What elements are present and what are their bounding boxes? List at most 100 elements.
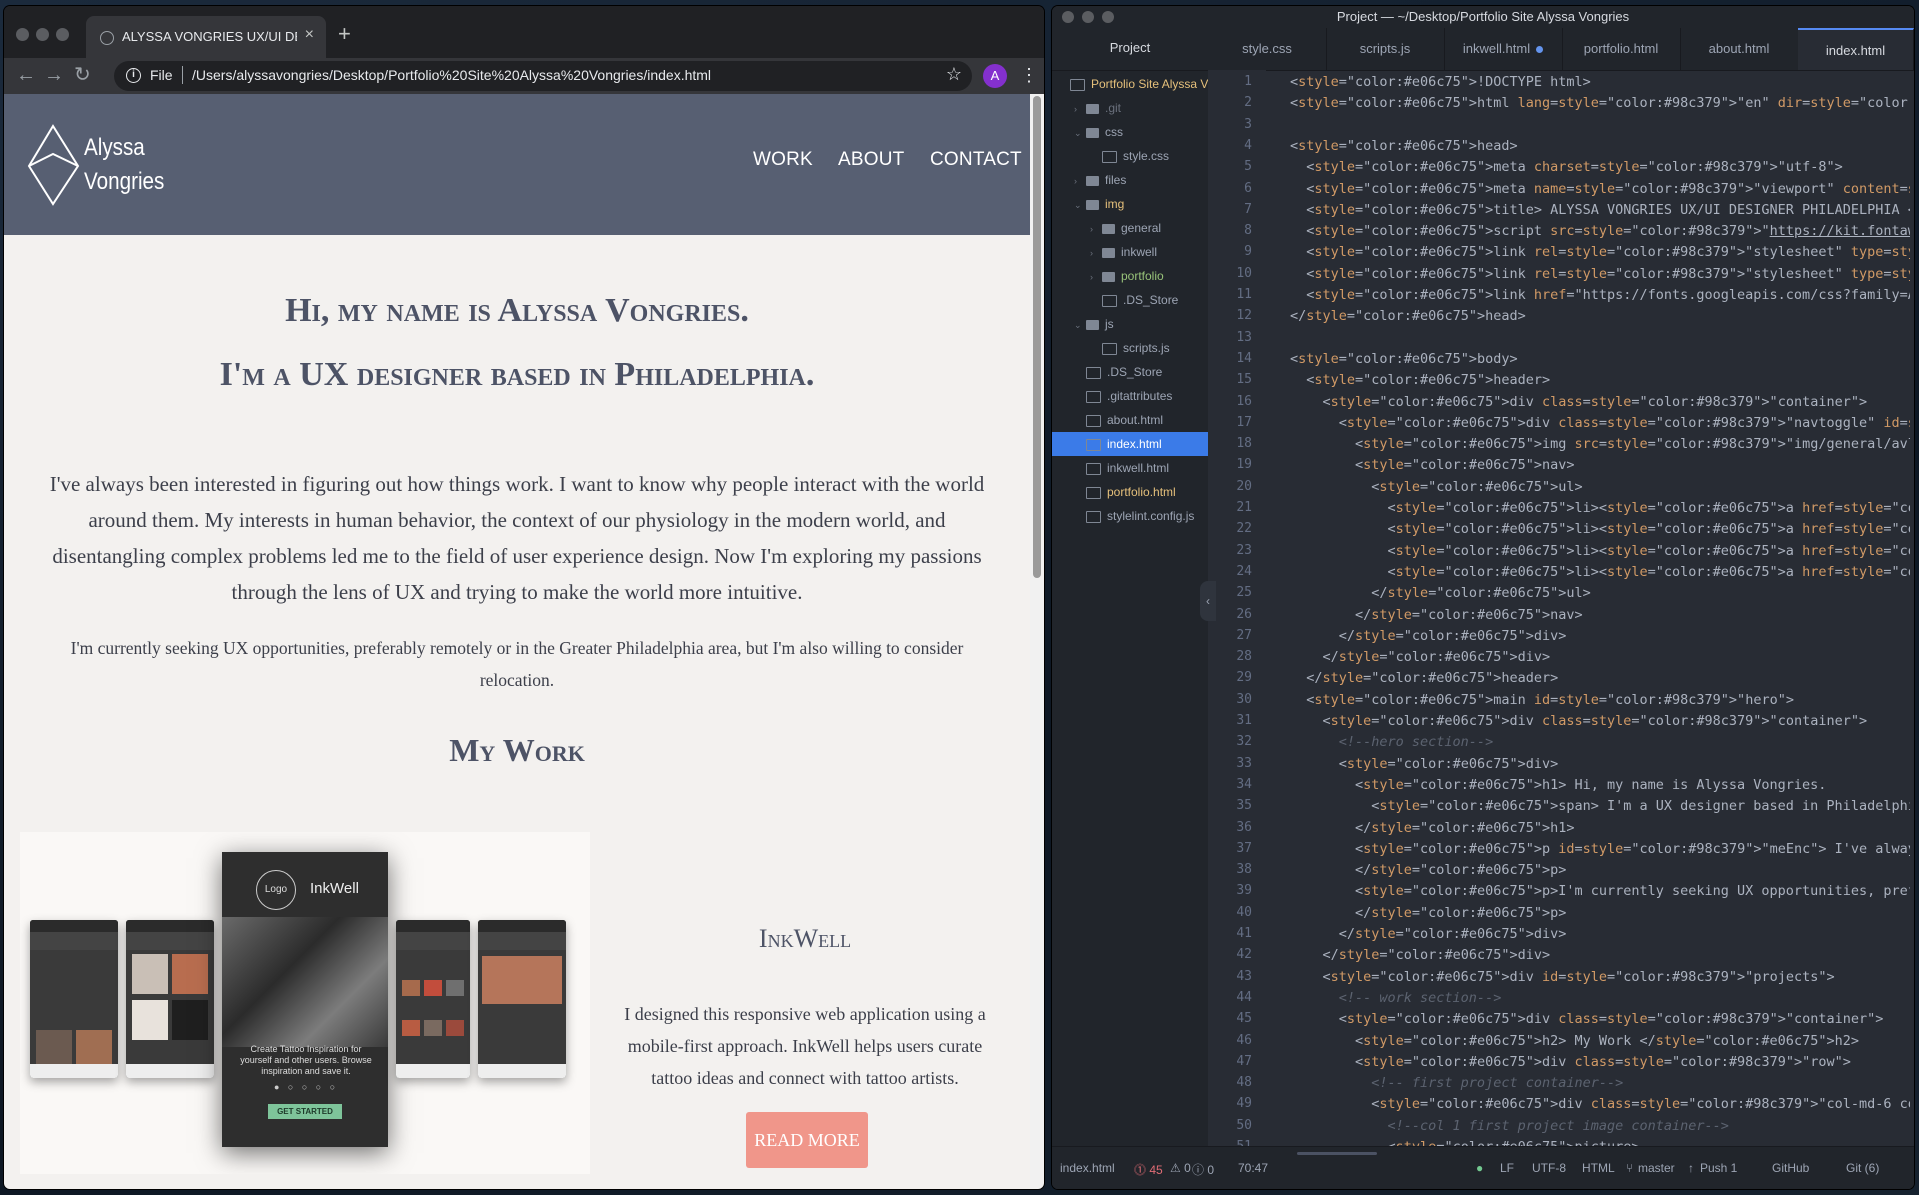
code-line[interactable]: <style="color:#e06c75">h1> Hi, my name i…: [1290, 777, 1826, 793]
status-grammar[interactable]: HTML: [1582, 1161, 1615, 1175]
bookmark-star-icon[interactable]: ☆: [946, 64, 962, 85]
code-line[interactable]: </style="color:#e06c75">div>: [1290, 649, 1551, 665]
tree-file[interactable]: .DS_Store: [1052, 288, 1208, 312]
code-line[interactable]: <style="color:#e06c75">div class=style="…: [1290, 415, 1910, 431]
editor-tab[interactable]: inkwell.html: [1444, 28, 1563, 70]
code-line[interactable]: <style="color:#e06c75">html lang=style="…: [1290, 95, 1910, 111]
browser-tab[interactable]: ALYSSA VONGRIES UX/UI DESIGNER PHILADELP…: [86, 16, 326, 58]
tree-folder[interactable]: › inkwell: [1052, 240, 1208, 264]
status-push[interactable]: Push 1: [1700, 1161, 1737, 1175]
status-encoding[interactable]: UTF-8: [1532, 1161, 1566, 1175]
tree-folder[interactable]: › general: [1052, 216, 1208, 240]
status-file-name[interactable]: index.html: [1060, 1161, 1115, 1175]
zoom-window-button[interactable]: [56, 28, 69, 41]
code-line[interactable]: <!--col 1 first project image container-…: [1290, 1118, 1729, 1134]
info-icon[interactable]: i: [126, 68, 141, 83]
minimize-window-button[interactable]: [36, 28, 49, 41]
status-line-ending[interactable]: LF: [1500, 1161, 1514, 1175]
code-line[interactable]: </style="color:#e06c75">div>: [1290, 947, 1551, 963]
reload-icon[interactable]: ↻: [74, 64, 91, 86]
browser-menu-icon[interactable]: ⋮: [1020, 63, 1038, 87]
nav-contact-link[interactable]: CONTACT: [930, 149, 1022, 171]
code-line[interactable]: <style="color:#e06c75">img src=style="co…: [1290, 436, 1910, 452]
tree-folder[interactable]: ⌄ img: [1052, 192, 1208, 216]
code-line[interactable]: <style="color:#e06c75">li><style="color:…: [1290, 521, 1910, 537]
url-text[interactable]: /Users/alyssavongries/Desktop/Portfolio%…: [192, 67, 711, 83]
tree-root[interactable]: Portfolio Site Alyssa Vongries: [1052, 72, 1208, 96]
collapse-panel-icon[interactable]: ‹: [1200, 581, 1216, 621]
code-line[interactable]: <style="color:#e06c75">meta name=style="…: [1290, 181, 1910, 197]
inkwell-project-image[interactable]: Logo InkWell Create Tattoo Inspiration f…: [20, 832, 590, 1174]
code-line[interactable]: <style="color:#e06c75">div class=style="…: [1290, 1011, 1884, 1027]
page-scrollbar[interactable]: [1030, 94, 1044, 1189]
code-line[interactable]: <style="color:#e06c75">link href="https:…: [1290, 287, 1910, 303]
code-line[interactable]: <style="color:#e06c75">div class=style="…: [1290, 394, 1868, 410]
code-line[interactable]: <style="color:#e06c75">head>: [1290, 138, 1518, 154]
code-line[interactable]: </style="color:#e06c75">p>: [1290, 905, 1566, 921]
code-line[interactable]: <style="color:#e06c75">div class=style="…: [1290, 1096, 1910, 1112]
code-editor[interactable]: <style="color:#e06c75">!DOCTYPE html> <st…: [1290, 70, 1910, 1146]
code-line[interactable]: </style="color:#e06c75">div>: [1290, 628, 1567, 644]
code-line[interactable]: </style="color:#e06c75">h1>: [1290, 820, 1574, 836]
tree-folder[interactable]: › .git: [1052, 96, 1208, 120]
code-line[interactable]: <style="color:#e06c75">link rel=style="c…: [1290, 244, 1910, 260]
tree-file[interactable]: style.css: [1052, 144, 1208, 168]
code-line[interactable]: <style="color:#e06c75">li><style="color:…: [1290, 543, 1910, 559]
tree-file[interactable]: inkwell.html: [1052, 456, 1208, 480]
tree-file[interactable]: index.html: [1052, 432, 1208, 456]
editor-tab[interactable]: about.html: [1680, 28, 1799, 70]
editor-tab[interactable]: scripts.js: [1326, 28, 1445, 70]
code-line[interactable]: <style="color:#e06c75">div class=style="…: [1290, 713, 1868, 729]
code-line[interactable]: <style="color:#e06c75">h2> My Work </sty…: [1290, 1033, 1859, 1049]
code-line[interactable]: <style="color:#e06c75">p>I'm currently s…: [1290, 883, 1910, 899]
code-line[interactable]: <style="color:#e06c75">!DOCTYPE html>: [1290, 74, 1591, 90]
nav-about-link[interactable]: ABOUT: [838, 149, 904, 171]
code-line[interactable]: <style="color:#e06c75">p id=style="color…: [1290, 841, 1910, 857]
editor-tab[interactable]: index.html: [1798, 28, 1914, 70]
nav-work-link[interactable]: WORK: [753, 149, 813, 171]
forward-arrow-icon[interactable]: →: [44, 64, 64, 86]
status-cursor-position[interactable]: 70:47: [1238, 1161, 1268, 1175]
code-line[interactable]: <style="color:#e06c75">div>: [1290, 756, 1558, 772]
close-tab-icon[interactable]: ×: [305, 26, 314, 44]
tree-file[interactable]: .gitattributes: [1052, 384, 1208, 408]
status-git[interactable]: Git (6): [1846, 1161, 1879, 1175]
code-line[interactable]: <!--hero section-->: [1290, 734, 1493, 750]
code-line[interactable]: </style="color:#e06c75">nav>: [1290, 607, 1583, 623]
code-line[interactable]: <style="color:#e06c75">main id=style="co…: [1290, 692, 1794, 708]
status-warnings[interactable]: ⚠ 0: [1170, 1161, 1191, 1175]
code-line[interactable]: <style="color:#e06c75">div class=style="…: [1290, 1054, 1851, 1070]
code-line[interactable]: </style="color:#e06c75">header>: [1290, 670, 1558, 686]
close-window-button[interactable]: [16, 28, 29, 41]
code-line[interactable]: <style="color:#e06c75">picture>: [1290, 1139, 1640, 1146]
code-line[interactable]: <style="color:#e06c75">li><style="color:…: [1290, 500, 1910, 516]
editor-tab[interactable]: style.css: [1208, 28, 1327, 70]
code-line[interactable]: <style="color:#e06c75">body>: [1290, 351, 1518, 367]
code-line[interactable]: <style="color:#e06c75">script src=style=…: [1290, 223, 1910, 239]
tree-header[interactable]: Project: [1052, 28, 1208, 71]
read-more-button[interactable]: READ MORE: [746, 1112, 868, 1168]
tree-folder[interactable]: ⌄ css: [1052, 120, 1208, 144]
code-line[interactable]: <style="color:#e06c75">meta charset=styl…: [1290, 159, 1842, 175]
address-bar[interactable]: i File /Users/alyssavongries/Desktop/Por…: [114, 61, 972, 91]
code-line[interactable]: <!-- work section-->: [1290, 990, 1502, 1006]
tree-folder[interactable]: › portfolio: [1052, 264, 1208, 288]
code-line[interactable]: <style="color:#e06c75">li><style="color:…: [1290, 564, 1910, 580]
status-branch[interactable]: master: [1638, 1161, 1675, 1175]
status-infos[interactable]: ⓘ 0: [1192, 1161, 1214, 1178]
editor-tab[interactable]: portfolio.html: [1562, 28, 1681, 70]
code-line[interactable]: </style="color:#e06c75">div>: [1290, 926, 1567, 942]
tree-file[interactable]: scripts.js: [1052, 336, 1208, 360]
code-line[interactable]: <style="color:#e06c75">ul>: [1290, 479, 1582, 495]
tree-folder[interactable]: ⌄ js: [1052, 312, 1208, 336]
profile-avatar[interactable]: A: [983, 64, 1007, 88]
tree-file[interactable]: stylelint.config.js: [1052, 504, 1208, 528]
code-line[interactable]: <!-- first project container-->: [1290, 1075, 1623, 1091]
code-line[interactable]: </style="color:#e06c75">head>: [1290, 308, 1526, 324]
scrollbar-thumb[interactable]: [1033, 96, 1041, 578]
code-line[interactable]: <style="color:#e06c75">nav>: [1290, 457, 1574, 473]
back-arrow-icon[interactable]: ←: [16, 64, 36, 86]
tree-file[interactable]: .DS_Store: [1052, 360, 1208, 384]
code-line[interactable]: <style="color:#e06c75">title> ALYSSA VON…: [1290, 202, 1910, 218]
new-tab-button[interactable]: +: [338, 23, 351, 45]
